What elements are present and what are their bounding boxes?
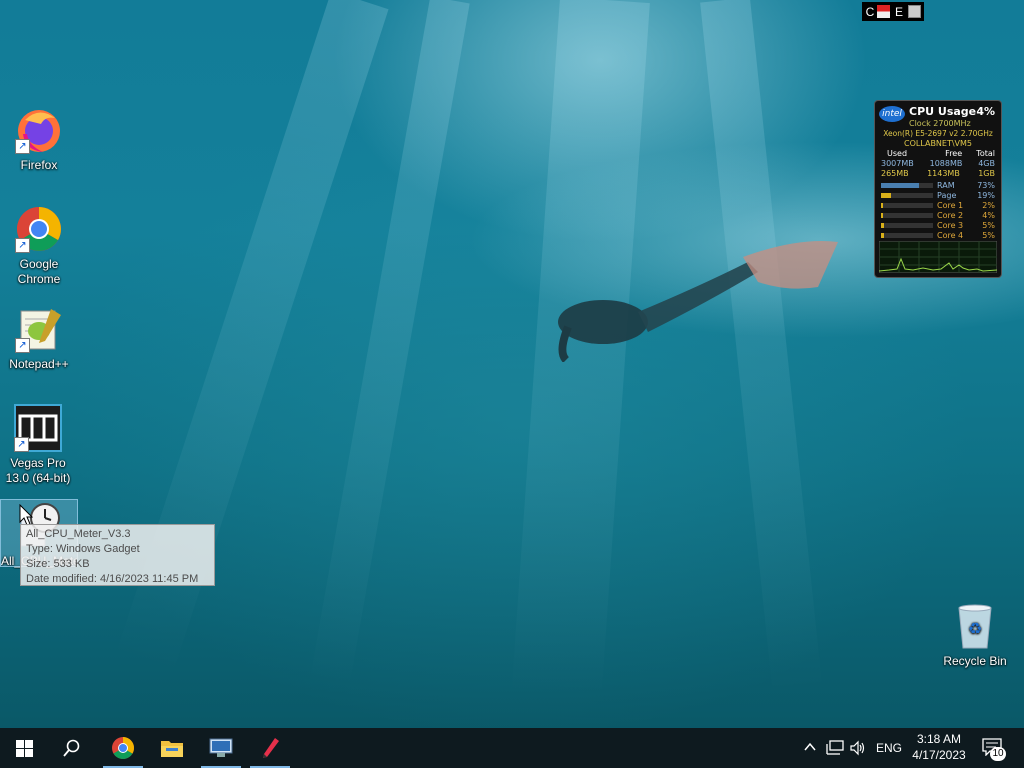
meter-bar [881,233,933,238]
shortcut-arrow-icon: ↗ [14,437,29,452]
meter-value: 5% [982,231,995,240]
taskbar: ENG 3:18 AM 4/17/2023 10 [0,728,1024,768]
desktop-icon-chrome[interactable]: ↗ Google Chrome [1,205,77,287]
meter-label: Page [937,191,957,200]
meter-bar-fill [881,193,891,198]
windows-start-icon [15,739,33,757]
recycle-bin-icon: ♻ [958,604,992,649]
meter-value: 2% [982,201,995,210]
meter-label: Core 2 [937,211,964,220]
mem-total: 4GB [978,159,995,168]
tooltip-date-modified: Date modified: 4/16/2023 11:45 PM [26,573,199,585]
chrome-icon [112,737,134,759]
meter-bar [881,213,933,218]
chevron-up-icon[interactable] [804,742,816,752]
tooltip-type: Type: Windows Gadget [26,543,140,555]
widget-c-label: C [865,5,875,19]
memory-header-row: Used Free Total [881,149,995,159]
meter-label: RAM [937,181,955,190]
file-tooltip: All_CPU_Meter_V3.3 Type: Windows Gadget … [20,524,215,586]
network-icon[interactable] [826,740,844,756]
desktop-icon-recycle-bin[interactable]: ♻ Recycle Bin [937,602,1013,669]
taskbar-file-explorer[interactable] [148,728,196,768]
desktop-icon-vegas-pro[interactable]: ↗ Vegas Pro 13.0 (64-bit) [0,404,76,486]
shortcut-arrow-icon: ↗ [15,238,30,253]
host-name: COLLABNET\VM5 [903,139,973,148]
tooltip-name: All_CPU_Meter_V3.3 [26,528,131,540]
meter-bar [881,193,933,198]
meter-bar-fill [881,203,883,208]
desktop-icon-label: Notepad++ [9,357,69,371]
meter-bar-fill [881,233,884,238]
svg-text:♻: ♻ [968,619,982,638]
meter-label: Core 3 [937,221,964,230]
mem-used: 265MB [881,169,909,178]
desktop-icon-label: Recycle Bin [943,654,1007,668]
cpu-meter-gadget[interactable]: intel CPU Usage 4% Clock 2700MHz Xeon(R)… [874,100,1002,278]
pen-icon [263,738,279,758]
meter-value: 19% [977,191,995,200]
language-indicator[interactable]: ENG [876,741,902,755]
header-free: Free [945,149,963,158]
mem-free: 1143MB [927,169,960,178]
mouse-cursor-icon [19,504,33,526]
meter-value: 5% [982,221,995,230]
meter-label: Core 1 [937,201,964,210]
header-total: Total [976,149,995,158]
meter-bar-fill [881,223,884,228]
taskbar-chrome[interactable] [99,728,147,768]
cpu-name: Xeon(R) E5-2697 v2 2.70GHz [883,129,993,138]
monitor-icon [908,5,921,18]
volume-icon[interactable] [850,740,866,756]
desktop-icon-label: Firefox [20,158,58,172]
header-used: Used [887,149,908,158]
meter-bar-fill [881,213,884,218]
search-icon [63,739,80,757]
clock-time: 3:18 AM [916,732,962,746]
search-button[interactable] [48,728,96,768]
meter-bar-fill [881,183,919,188]
desktop-icon-notepadpp[interactable]: ↗ Notepad++ [1,305,77,372]
mem-total: 1GB [978,169,995,178]
wallpaper-diver [558,241,838,362]
notification-count-badge: 10 [990,747,1006,761]
taskbar-remote-desktop[interactable] [197,728,245,768]
meter-value: 73% [977,181,995,190]
clock-date: 4/17/2023 [912,748,966,762]
memory-row-ram: 3007MB 1088MB 4GB [881,159,995,169]
meter-bar [881,183,933,188]
memory-row-page: 265MB 1143MB 1GB [881,169,995,179]
start-button[interactable] [0,728,48,768]
folder-icon [161,741,183,757]
tooltip-size: Size: 533 KB [26,558,90,570]
desktop-icon-label: Vegas Pro 13.0 (64-bit) [5,456,71,485]
gadget-title: CPU Usage [909,105,977,118]
remote-desktop-icon [209,738,233,757]
notification-center-button[interactable]: 10 [978,736,1008,762]
red-flag-icon [877,5,890,18]
cpu-clock: Clock 2700MHz [909,119,971,128]
desktop-icon-label: Google Chrome [17,257,61,286]
desktop-icon-firefox[interactable]: ↗ Firefox [1,106,77,173]
meter-label: Core 4 [937,231,964,240]
intel-logo: intel [879,106,905,122]
mem-free: 1088MB [929,159,963,168]
clock[interactable]: 3:18 AM 4/17/2023 [904,731,974,763]
meter-value: 4% [982,211,995,220]
taskbar-pen-app[interactable] [246,728,294,768]
cpu-percent: 4% [976,105,995,118]
shortcut-arrow-icon: ↗ [15,338,30,353]
cpu-history-graph [879,241,997,273]
shortcut-arrow-icon: ↗ [15,139,30,154]
meter-bar [881,203,933,208]
widget-e-label: E [894,5,903,19]
mem-used: 3007MB [881,159,914,168]
top-mini-widget[interactable]: C E [862,2,924,21]
meter-bar [881,223,933,228]
